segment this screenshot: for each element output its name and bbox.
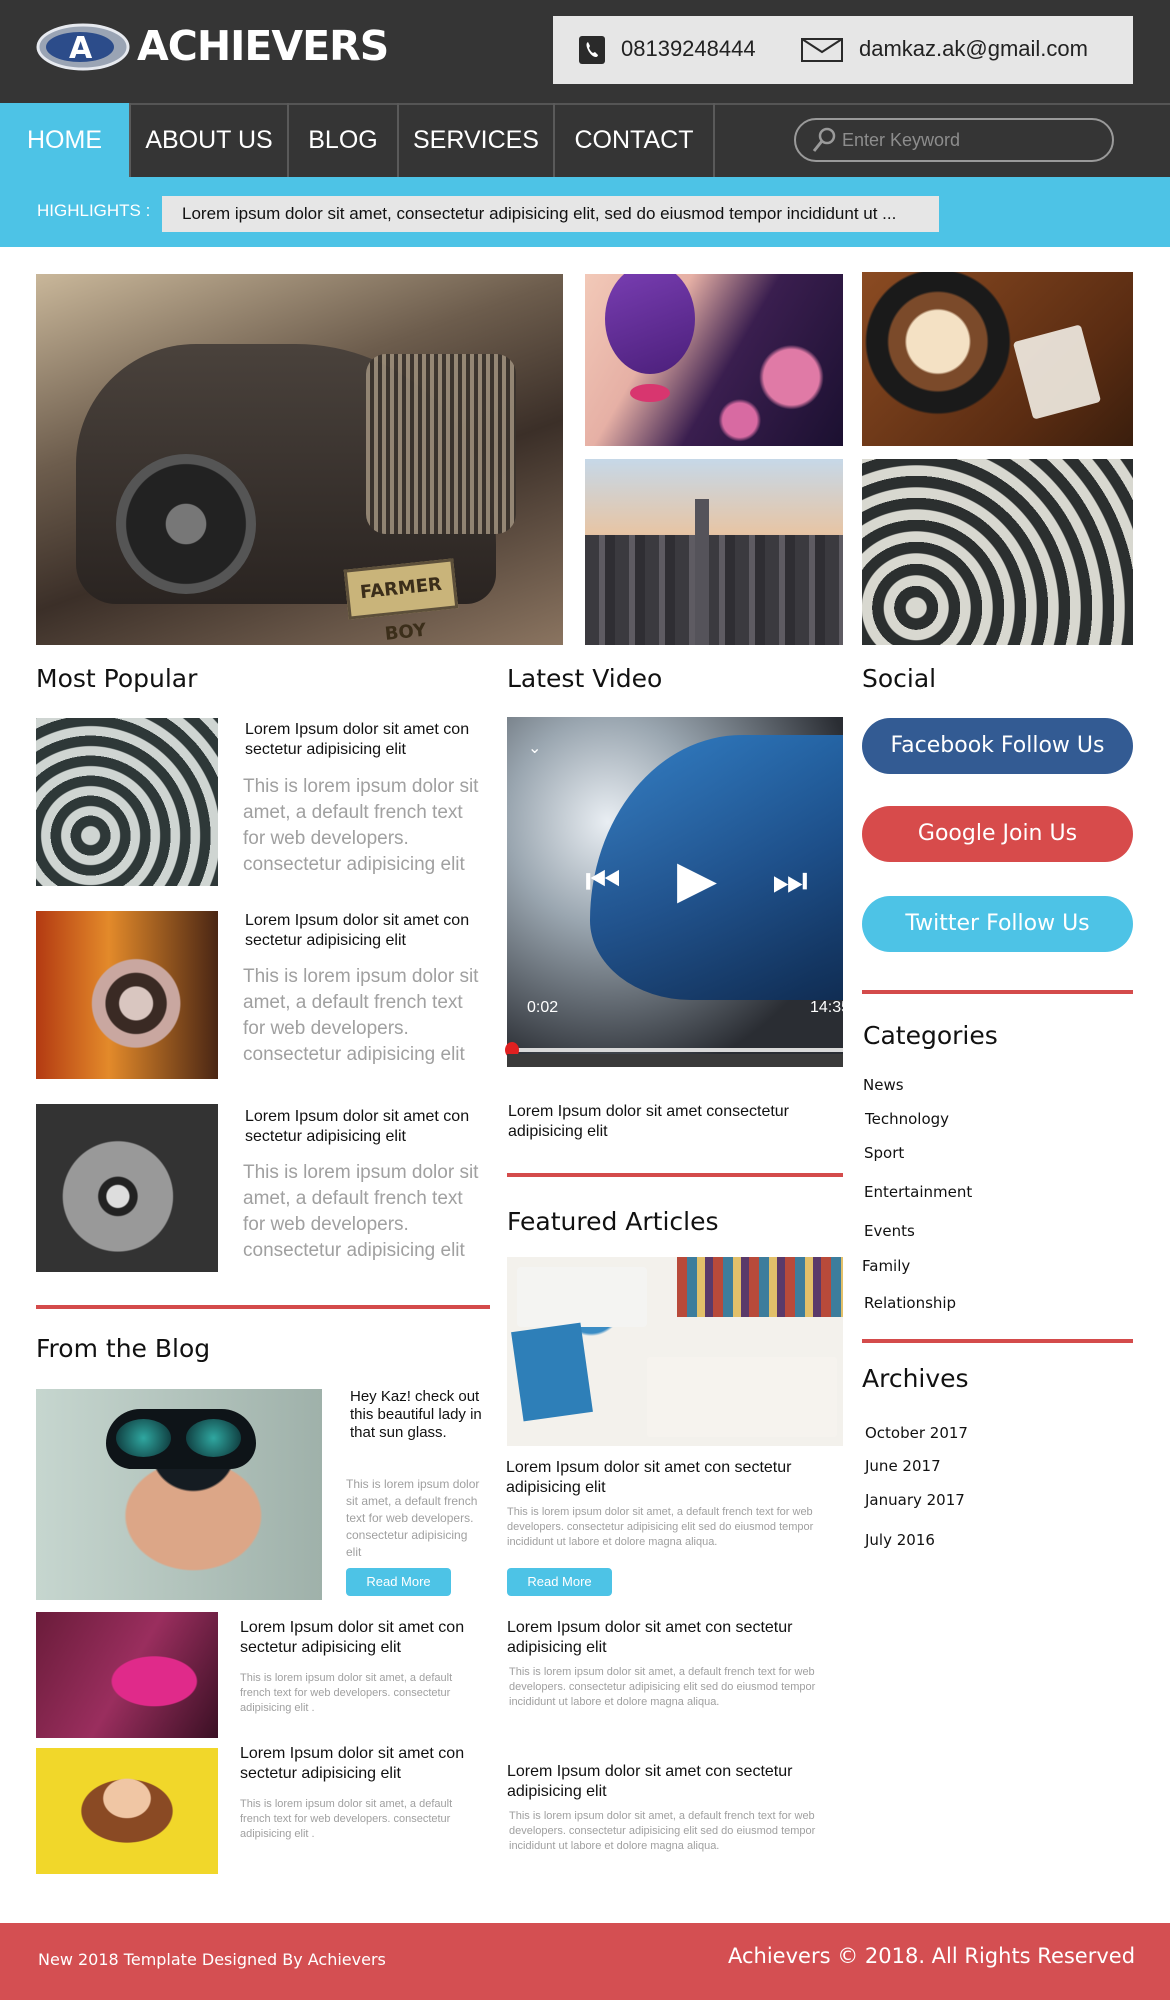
category-link-relationship[interactable]: Relationship: [864, 1294, 956, 1312]
video-control-bar: [507, 1054, 843, 1067]
featured-item-title[interactable]: Lorem Ipsum dolor sit amet con sectetur …: [506, 1458, 836, 1498]
blog-thumb-purse[interactable]: [36, 1612, 218, 1738]
social-title: Social: [862, 664, 937, 693]
blog-image-sunglasses[interactable]: [36, 1389, 322, 1600]
popular-item-text: This is lorem ipsum dolor sit amet, a de…: [243, 1162, 479, 1261]
nav-item-services[interactable]: SERVICES: [399, 103, 555, 177]
featured-item-text: This is lorem ipsum dolor sit amet, a de…: [507, 1506, 814, 1548]
video-progress-track[interactable]: [507, 1048, 843, 1052]
archive-link[interactable]: January 2017: [865, 1491, 965, 1509]
video-current-time: 0:02: [527, 999, 559, 1016]
blog-title: From the Blog: [36, 1334, 211, 1363]
hero-image-typewriter[interactable]: [862, 459, 1133, 645]
highlights-ticker[interactable]: Lorem ipsum dolor sit amet, consectetur …: [162, 196, 939, 232]
blog-item-text: This is lorem ipsum dolor sit amet, a de…: [240, 1672, 453, 1714]
category-link-entertainment[interactable]: Entertainment: [864, 1183, 972, 1201]
featured-item-title[interactable]: Lorem Ipsum dolor sit amet con sectetur …: [507, 1762, 817, 1802]
logo-mark[interactable]: A: [36, 21, 130, 73]
svg-text:A: A: [69, 31, 93, 66]
section-divider: [862, 990, 1133, 994]
archive-link[interactable]: June 2017: [865, 1457, 941, 1475]
license-plate: FARMER BOY: [343, 558, 459, 645]
category-link-technology[interactable]: Technology: [865, 1110, 949, 1128]
video-total-time: 14:35: [810, 999, 851, 1016]
category-link-events[interactable]: Events: [864, 1222, 915, 1240]
featured-image-desk[interactable]: [507, 1257, 843, 1446]
nav-item-about[interactable]: ABOUT US: [129, 103, 289, 177]
category-link-sport[interactable]: Sport: [864, 1144, 904, 1162]
category-link-news[interactable]: News: [863, 1076, 904, 1094]
nav-item-contact[interactable]: CONTACT: [555, 103, 715, 177]
section-divider: [862, 1339, 1133, 1343]
archive-link[interactable]: July 2016: [865, 1531, 935, 1549]
latest-video-title: Latest Video: [507, 664, 663, 693]
search-input[interactable]: [842, 126, 1102, 154]
prev-icon[interactable]: ⏮: [585, 858, 621, 904]
category-link-family[interactable]: Family: [862, 1257, 910, 1275]
archive-link[interactable]: October 2017: [865, 1424, 968, 1442]
blog-thumb-glasses-woman[interactable]: [36, 1748, 218, 1874]
read-more-button[interactable]: Read More: [507, 1568, 612, 1596]
chevron-down-icon[interactable]: ⌄: [528, 738, 541, 757]
popular-item-title[interactable]: Lorem Ipsum dolor sit amet con sectetur …: [245, 911, 495, 951]
featured-item-title[interactable]: Lorem Ipsum dolor sit amet con sectetur …: [507, 1618, 817, 1658]
nav-item-blog[interactable]: BLOG: [289, 103, 399, 177]
popular-item-title[interactable]: Lorem Ipsum dolor sit amet con sectetur …: [245, 1107, 495, 1147]
categories-title: Categories: [863, 1021, 998, 1050]
brand-name[interactable]: ACHIEVERS: [137, 22, 389, 70]
section-divider: [507, 1173, 843, 1177]
nav-item-home[interactable]: HOME: [0, 103, 129, 177]
read-more-button[interactable]: Read More: [346, 1568, 451, 1596]
popular-item-text: This is lorem ipsum dolor sit amet, a de…: [243, 776, 479, 875]
twitter-follow-button[interactable]: Twitter Follow Us: [862, 896, 1133, 952]
popular-thumb-typewriter[interactable]: [36, 718, 218, 886]
popular-item-text: This is lorem ipsum dolor sit amet, a de…: [243, 966, 479, 1065]
blog-item-text: This is lorem ipsum dolor sit amet, a de…: [346, 1477, 480, 1559]
phone-icon: [579, 36, 605, 64]
google-join-button[interactable]: Google Join Us: [862, 806, 1133, 862]
search-icon[interactable]: [812, 127, 836, 153]
footer-credit: New 2018 Template Designed By Achievers: [38, 1950, 386, 1969]
facebook-follow-button[interactable]: Facebook Follow Us: [862, 718, 1133, 774]
popular-thumb-bicycle[interactable]: [36, 1104, 218, 1272]
blog-item-title[interactable]: Lorem Ipsum dolor sit amet con sectetur …: [240, 1744, 500, 1784]
popular-item-title[interactable]: Lorem Ipsum dolor sit amet con sectetur …: [245, 720, 495, 760]
phone-number[interactable]: 08139248444: [621, 36, 756, 62]
blog-item-text: This is lorem ipsum dolor sit amet, a de…: [240, 1798, 453, 1840]
hero-image-fashion[interactable]: [585, 274, 843, 446]
hero-image-city[interactable]: [585, 459, 843, 645]
featured-item-text: This is lorem ipsum dolor sit amet, a de…: [509, 1666, 816, 1708]
mail-icon: [801, 38, 843, 62]
highlights-label: HIGHLIGHTS :: [37, 201, 151, 220]
footer-copyright: Achievers © 2018. All Rights Reserved: [728, 1944, 1136, 1968]
archives-title: Archives: [862, 1364, 969, 1393]
featured-item-text: This is lorem ipsum dolor sit amet, a de…: [509, 1810, 816, 1852]
play-icon[interactable]: ▶: [677, 850, 717, 910]
popular-thumb-headphones[interactable]: [36, 911, 218, 1079]
email-address[interactable]: damkaz.ak@gmail.com: [859, 36, 1088, 62]
section-divider: [36, 1305, 490, 1309]
featured-articles-title: Featured Articles: [507, 1207, 719, 1236]
video-caption[interactable]: Lorem Ipsum dolor sit amet consectetur a…: [508, 1102, 838, 1142]
hero-image-vintage-car[interactable]: FARMER BOY: [36, 274, 563, 645]
next-icon[interactable]: ⏭: [772, 858, 808, 904]
hero-image-coffee[interactable]: [862, 272, 1133, 446]
blog-item-title[interactable]: Hey Kaz! check out this beautiful lady i…: [350, 1388, 490, 1442]
most-popular-title: Most Popular: [36, 664, 198, 693]
blog-item-title[interactable]: Lorem Ipsum dolor sit amet con sectetur …: [240, 1618, 500, 1658]
